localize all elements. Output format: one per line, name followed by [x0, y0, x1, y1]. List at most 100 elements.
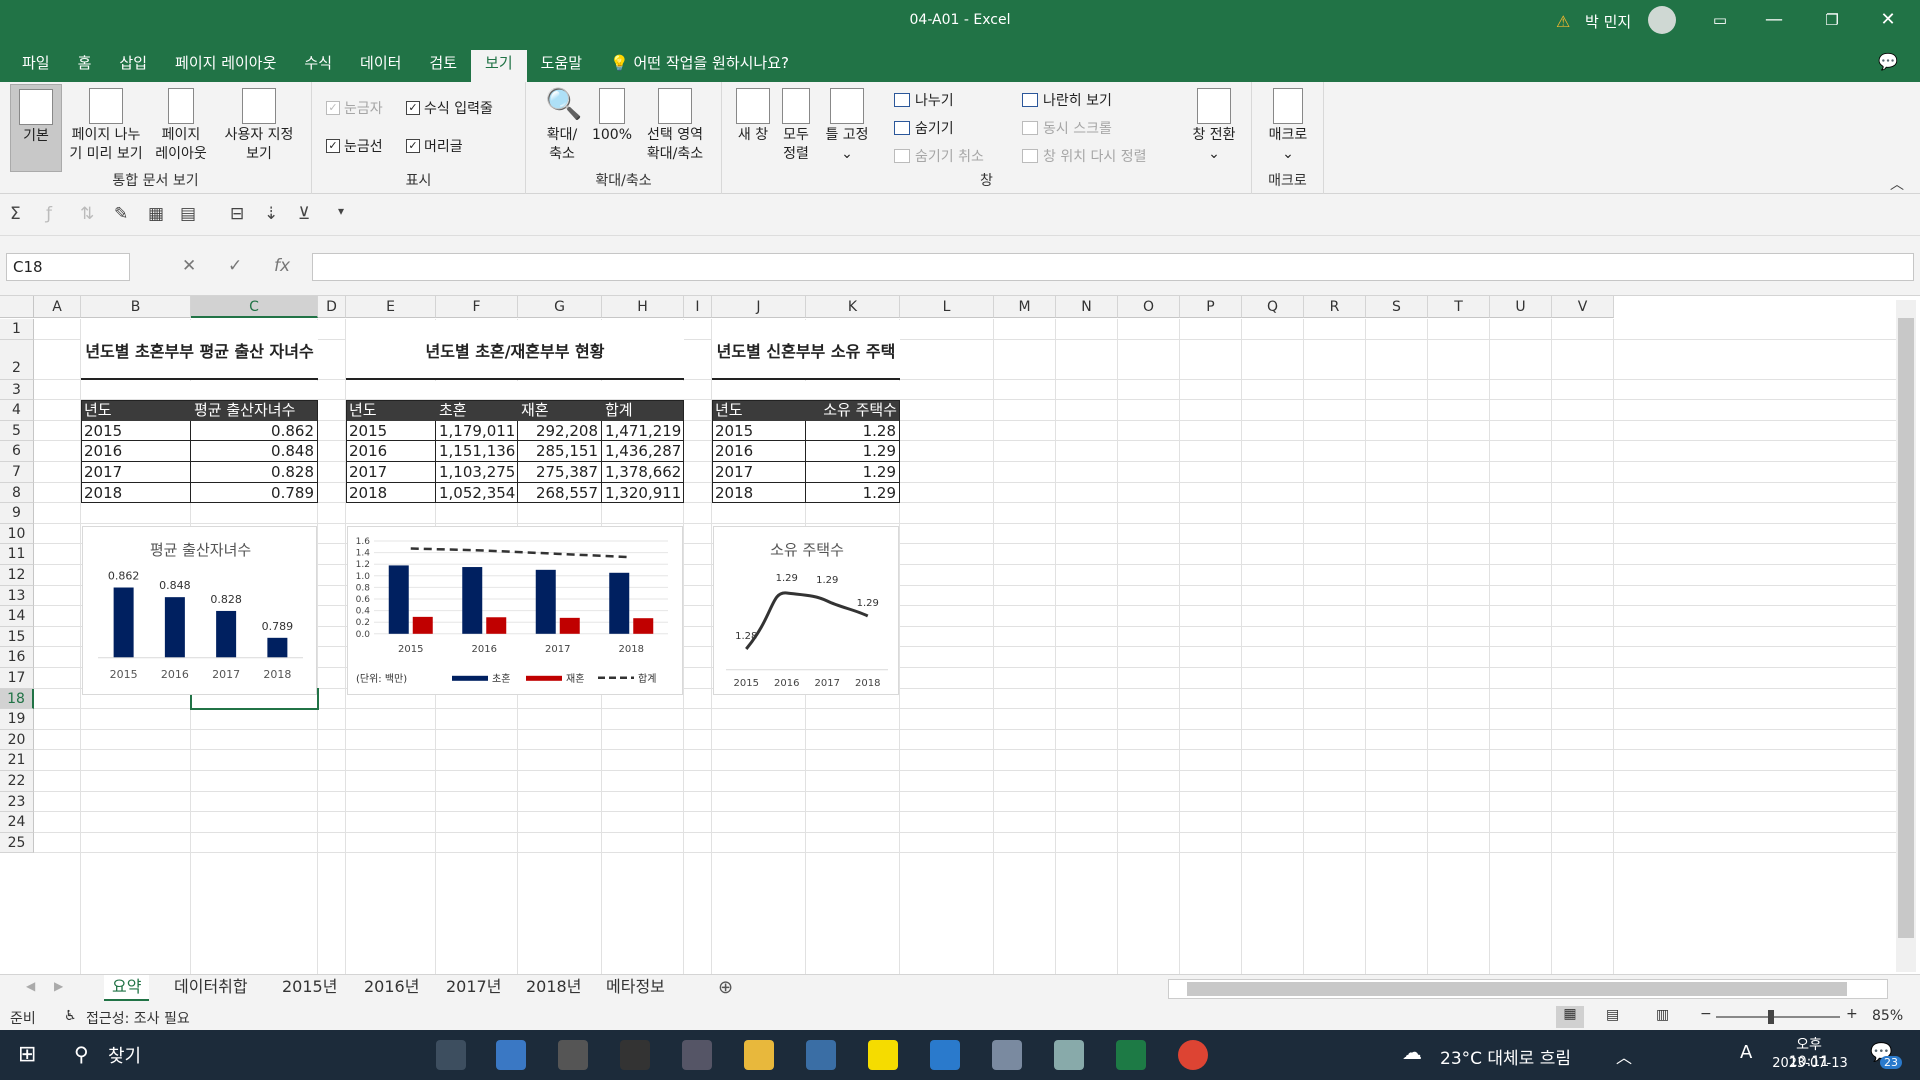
table-icon[interactable]: ▦ — [148, 204, 164, 224]
merge-icon[interactable]: ⊟ — [230, 204, 244, 224]
search-icon[interactable]: ⚲ — [74, 1042, 89, 1066]
zoom-slider-thumb[interactable] — [1768, 1010, 1774, 1024]
autosum-icon[interactable]: Σ — [10, 204, 21, 224]
row-header-23[interactable]: 23 — [0, 791, 34, 813]
column-header-b[interactable]: B — [81, 296, 191, 318]
row-header-24[interactable]: 24 — [0, 812, 34, 833]
row-header-12[interactable]: 12 — [0, 565, 34, 586]
insert-function-icon[interactable]: ƒ — [46, 204, 52, 224]
zoom-level[interactable]: 85% — [1872, 1008, 1903, 1024]
row-header-6[interactable]: 6 — [0, 441, 34, 462]
chart-box[interactable]: 소유 주택수 1.28 2015 1.29 2016 1.29 2017 1.29 2018 — [713, 525, 899, 695]
zoom-100-button[interactable]: 100% — [590, 88, 634, 145]
customize-qat-icon[interactable]: ▾ — [338, 204, 344, 218]
pivot-icon[interactable]: ▤ — [180, 204, 196, 224]
app-icon-2[interactable] — [558, 1040, 588, 1070]
ime-indicator[interactable]: A — [1740, 1042, 1752, 1063]
row-header-18[interactable]: 18 — [0, 688, 34, 710]
h-scroll-thumb[interactable] — [1187, 982, 1847, 996]
zoom-out-icon[interactable]: − — [1700, 1006, 1712, 1022]
avatar[interactable] — [1648, 6, 1676, 34]
column-header-l[interactable]: L — [900, 296, 994, 318]
tab-help[interactable]: 도움말 — [527, 50, 596, 82]
row-header-13[interactable]: 13 — [0, 585, 34, 607]
row-header-21[interactable]: 21 — [0, 750, 34, 771]
sync-scroll-button[interactable]: 동시 스크롤 — [1022, 118, 1112, 138]
gridlines-checkbox[interactable]: ✓ 눈금선 — [326, 136, 383, 156]
name-box[interactable]: C18 — [6, 253, 130, 281]
add-sheet-icon[interactable]: ⊕ — [718, 977, 733, 998]
tab-insert[interactable]: 삽입 — [105, 50, 161, 82]
row-header-10[interactable]: 10 — [0, 523, 34, 545]
column-header-g[interactable]: G — [518, 296, 602, 318]
column-header-k[interactable]: K — [806, 296, 900, 318]
column-header-r[interactable]: R — [1304, 296, 1366, 318]
formula-bar-checkbox[interactable]: ✓ 수식 입력줄 — [406, 98, 493, 118]
reset-position-button[interactable]: 창 위치 다시 정렬 — [1022, 146, 1147, 166]
row-header-3[interactable]: 3 — [0, 379, 34, 401]
ribbon-display-icon[interactable]: ▭ — [1698, 6, 1742, 36]
tab-home[interactable]: 홈 — [64, 50, 106, 82]
excel-icon[interactable] — [1116, 1040, 1146, 1070]
filter-icon[interactable]: ⊻ — [298, 204, 310, 224]
column-header-n[interactable]: N — [1056, 296, 1118, 318]
column-header-i[interactable]: I — [684, 296, 712, 318]
scroll-thumb[interactable] — [1898, 318, 1914, 938]
zoom-slider[interactable] — [1716, 1010, 1840, 1024]
user-name[interactable]: 박 민지 — [1585, 11, 1631, 32]
chart-box[interactable]: 0.0 0.2 0.4 0.6 0.8 1.0 1.2 1.4 1.6 2015 2016 2017 2… — [347, 525, 683, 695]
row-header-5[interactable]: 5 — [0, 420, 34, 442]
sheet-tab-2016[interactable]: 2016년 — [356, 975, 427, 1001]
column-header-a[interactable]: A — [34, 296, 81, 318]
page-layout-button[interactable]: 페이지 레이아웃 — [148, 88, 214, 164]
worksheet-grid[interactable]: A B C D E F G H I J K L M N O P Q R S T U V 1 2 3 4 5 6 7 8 9 10 11 12 13 1… — [0, 296, 1920, 974]
tell-me-search[interactable]: 💡 어떤 작업을 원하시나요? — [596, 50, 803, 82]
sheet-tab-data[interactable]: 데이터취합 — [166, 975, 256, 1001]
chart-box[interactable]: 평균 출산자녀수 0.862 2015 0.848 2016 0.828 2017 0.789… — [82, 525, 317, 695]
sort-icon[interactable]: ⇅ — [80, 204, 94, 224]
sort-az-icon[interactable]: ⇣ — [264, 204, 278, 224]
windows-start-icon[interactable]: ⊞ — [18, 1042, 36, 1067]
column-header-h[interactable]: H — [602, 296, 684, 318]
accessibility-status[interactable]: 접근성: 조사 필요 — [86, 1008, 190, 1028]
app-icon-1[interactable] — [496, 1040, 526, 1070]
view-side-by-side-button[interactable]: 나란히 보기 — [1022, 90, 1112, 110]
weather-text[interactable]: 23°C 대체로 흐림 — [1440, 1044, 1571, 1069]
freeze-panes-button[interactable]: 틀 고정 ⌄ — [818, 88, 876, 164]
sheet-tab-2015[interactable]: 2015년 — [274, 975, 345, 1001]
custom-views-button[interactable]: 사용자 지정 보기 — [216, 88, 302, 164]
hide-button[interactable]: 숨기기 — [894, 118, 954, 138]
app-icon-4[interactable] — [1054, 1040, 1084, 1070]
row-header-14[interactable]: 14 — [0, 606, 34, 627]
zoom-button[interactable]: 🔍 확대/ 축소 — [536, 88, 588, 164]
macros-button[interactable]: 매크로 ⌄ — [1260, 88, 1316, 164]
clock-date[interactable]: 2023-07-13 — [1768, 1056, 1852, 1071]
sheet-tab-meta[interactable]: 메타정보 — [598, 975, 673, 1001]
task-view-icon[interactable] — [436, 1040, 466, 1070]
ruler-checkbox[interactable]: ✓ 눈금자 — [326, 98, 383, 118]
page-break-status-icon[interactable]: ▥ — [1656, 1007, 1669, 1023]
collapse-ribbon-icon[interactable]: ︿ — [1890, 174, 1904, 194]
row-header-17[interactable]: 17 — [0, 668, 34, 689]
arrange-all-button[interactable]: 모두 정렬 — [776, 88, 816, 164]
insert-function-button[interactable]: fx — [274, 256, 290, 276]
zoom-in-icon[interactable]: + — [1846, 1006, 1858, 1022]
normal-view-button[interactable]: 기본 — [10, 84, 62, 172]
sheet-tab-2018[interactable]: 2018년 — [518, 975, 589, 1001]
chrome-icon[interactable] — [1178, 1040, 1208, 1070]
terminal-icon[interactable] — [620, 1040, 650, 1070]
tab-page-layout[interactable]: 페이지 레이아웃 — [161, 50, 290, 82]
normal-view-status-icon[interactable]: ▦ — [1556, 1006, 1584, 1028]
restore-icon[interactable]: ❐ — [1810, 6, 1854, 36]
column-header-u[interactable]: U — [1490, 296, 1552, 318]
row-header-25[interactable]: 25 — [0, 832, 34, 854]
page-layout-status-icon[interactable]: ▤ — [1606, 1007, 1619, 1023]
column-header-p[interactable]: P — [1180, 296, 1242, 318]
switch-windows-button[interactable]: 창 전환 ⌄ — [1184, 88, 1244, 164]
row-header-1[interactable]: 1 — [0, 319, 34, 340]
row-header-16[interactable]: 16 — [0, 647, 34, 668]
column-header-s[interactable]: S — [1366, 296, 1428, 318]
row-header-22[interactable]: 22 — [0, 771, 34, 792]
column-header-v[interactable]: V — [1552, 296, 1614, 318]
unhide-button[interactable]: 숨기기 취소 — [894, 146, 984, 166]
